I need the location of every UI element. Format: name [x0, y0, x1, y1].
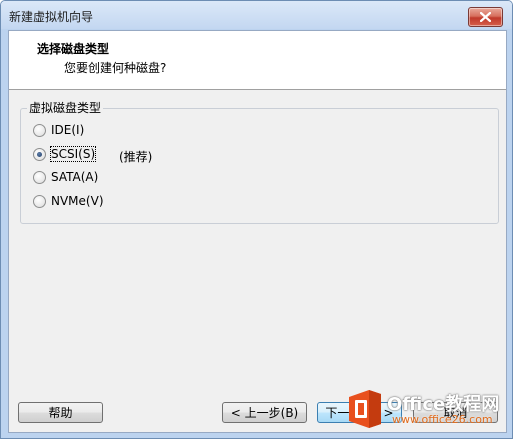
radio-option-nvme[interactable]: NVMe(V) [33, 193, 104, 209]
radio-option-sata[interactable]: SATA(A) [33, 169, 98, 185]
radio-sata-label: SATA(A) [51, 170, 99, 184]
title-bar[interactable]: 新建虚拟机向导 [1, 1, 512, 29]
radio-scsi-label: SCSI(S) [49, 146, 97, 162]
back-button[interactable]: < 上一步(B) [222, 402, 307, 423]
wizard-header: 选择磁盘类型 您要创建何种磁盘? [9, 31, 506, 90]
recommended-note: (推荐) [119, 150, 153, 164]
page-subtitle: 您要创建何种磁盘? [64, 61, 167, 75]
page-title: 选择磁盘类型 [37, 42, 110, 56]
help-button[interactable]: 帮助 [18, 402, 103, 423]
radio-ide-label: IDE(I) [51, 123, 85, 137]
close-icon [480, 12, 491, 22]
radio-option-scsi[interactable]: SCSI(S) [33, 146, 97, 162]
close-button[interactable] [468, 7, 503, 27]
disk-type-group-label: 虚拟磁盘类型 [27, 99, 104, 116]
radio-nvme[interactable] [33, 194, 46, 208]
window-title: 新建虚拟机向导 [9, 10, 94, 24]
radio-sata[interactable] [33, 170, 46, 184]
radio-scsi[interactable] [33, 147, 46, 161]
watermark-url: www.office26.com [392, 413, 493, 426]
wizard-client-area: 选择磁盘类型 您要创建何种磁盘? 虚拟磁盘类型 IDE(I) SCSI(S) (… [8, 30, 507, 433]
office-watermark: Office教程网 www.office26.com [345, 386, 507, 434]
wizard-window: 新建虚拟机向导 选择磁盘类型 您要创建何种磁盘? 虚拟磁盘类型 IDE(I) S… [0, 0, 513, 439]
office-logo-icon [349, 390, 381, 428]
radio-option-ide[interactable]: IDE(I) [33, 122, 84, 138]
radio-ide[interactable] [33, 123, 46, 137]
radio-nvme-label: NVMe(V) [51, 194, 104, 208]
